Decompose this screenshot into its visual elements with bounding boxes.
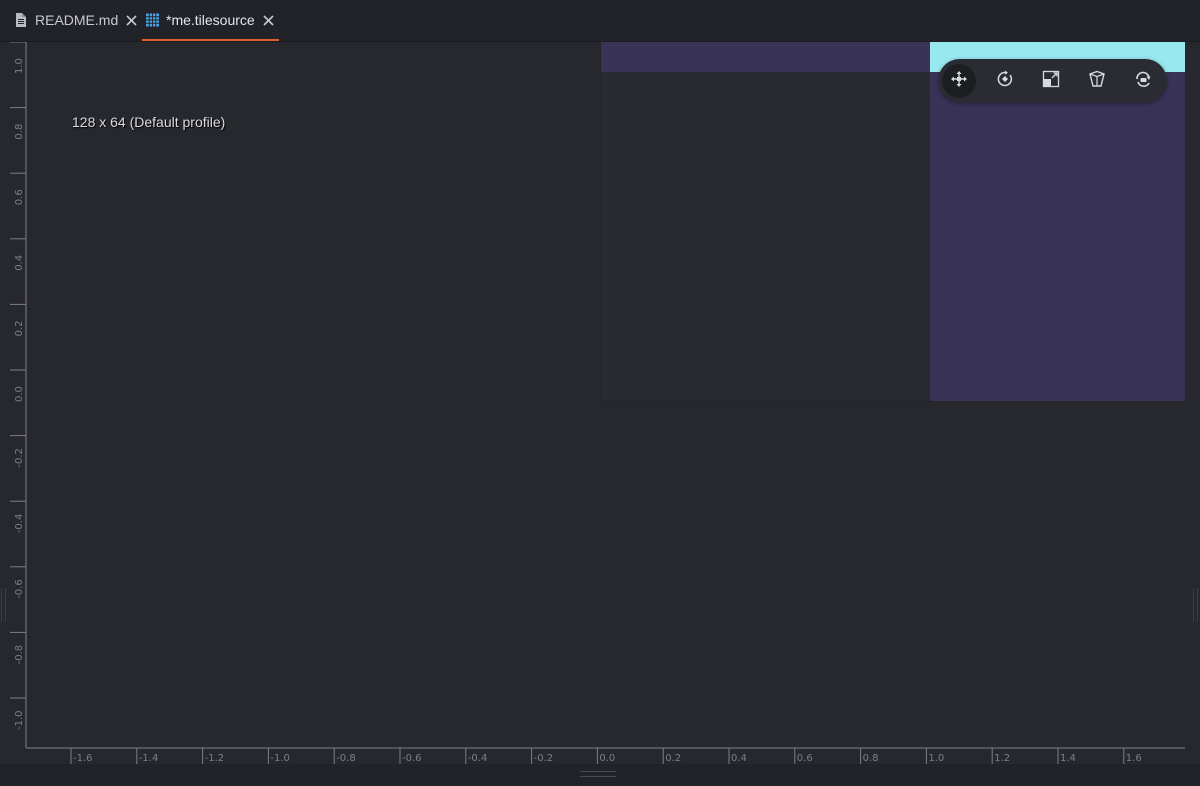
y-axis-tick-label: -1.0 bbox=[14, 710, 25, 730]
x-axis-tick-label: 1.2 bbox=[994, 753, 1010, 764]
editor-tab-bar: README.md *me.tilesource bbox=[0, 0, 1200, 42]
x-axis-tick-label: -0.2 bbox=[534, 753, 554, 764]
tab-tilesource-label: *me.tilesource bbox=[166, 12, 255, 28]
tilesource-grid-icon bbox=[146, 13, 159, 27]
y-axis-tick-label: 0.8 bbox=[14, 124, 25, 140]
transform-toolbar bbox=[938, 59, 1167, 103]
y-axis-tick-label: 0.0 bbox=[14, 386, 25, 402]
y-axis-tick-label: -0.8 bbox=[14, 645, 25, 665]
panel-resize-handle[interactable] bbox=[580, 771, 616, 777]
x-axis-tick-label: 0.6 bbox=[797, 753, 813, 764]
x-axis-tick-label: -1.4 bbox=[139, 753, 159, 764]
x-axis-tick-label: 0.2 bbox=[665, 753, 681, 764]
x-axis-tick-label: 1.0 bbox=[928, 753, 944, 764]
left-panel-grip[interactable] bbox=[1, 588, 6, 622]
perspective-tool-button[interactable] bbox=[1080, 64, 1114, 98]
right-panel-grip[interactable] bbox=[1193, 588, 1198, 622]
camera-tool-button[interactable] bbox=[1126, 64, 1160, 98]
y-axis-tick-label: 0.6 bbox=[14, 189, 25, 205]
x-axis-tick-label: -0.6 bbox=[402, 753, 422, 764]
perspective-icon bbox=[1088, 70, 1106, 93]
tab-tilesource[interactable]: *me.tilesource bbox=[146, 0, 274, 40]
x-axis-tick-label: 0.4 bbox=[731, 753, 747, 764]
tile-purple-strip bbox=[601, 42, 930, 72]
x-axis-tick-label: 1.6 bbox=[1126, 753, 1142, 764]
close-icon[interactable] bbox=[126, 14, 137, 26]
x-axis-tick-label: -1.6 bbox=[73, 753, 93, 764]
camera-rotate-icon bbox=[1134, 70, 1152, 93]
y-axis-tick-label: 0.4 bbox=[14, 255, 25, 271]
x-axis-tick-label: 1.4 bbox=[1060, 753, 1076, 764]
x-axis-tick-label: -0.4 bbox=[468, 753, 488, 764]
document-icon bbox=[15, 13, 28, 27]
y-axis-tick-label: 1.0 bbox=[14, 58, 25, 74]
x-axis-tick-label: 0.0 bbox=[599, 753, 615, 764]
move-icon bbox=[950, 70, 968, 93]
tab-readme[interactable]: README.md bbox=[15, 0, 137, 40]
rotate-tool-button[interactable] bbox=[988, 64, 1022, 98]
x-axis-tick-label: -0.8 bbox=[336, 753, 356, 764]
x-axis-tick-label: -1.0 bbox=[270, 753, 290, 764]
scale-tool-button[interactable] bbox=[1034, 64, 1068, 98]
scene-canvas[interactable]: -1.6 -1.4 -1.2 -1.0 -0.8 -0.6 -0.4 -0.2 0.0 0.2 0.… bbox=[10, 42, 1185, 764]
y-axis-tick-label: -0.2 bbox=[14, 448, 25, 468]
x-axis-tick-label: -1.2 bbox=[205, 753, 225, 764]
scale-icon bbox=[1042, 70, 1060, 93]
y-axis-tick-label: -0.4 bbox=[14, 514, 25, 534]
move-tool-button[interactable] bbox=[942, 64, 976, 98]
y-axis-tick-label: 0.2 bbox=[14, 320, 25, 336]
tab-readme-label: README.md bbox=[35, 12, 119, 28]
profile-label: 128 x 64 (Default profile) bbox=[72, 114, 226, 130]
active-tab-indicator bbox=[142, 39, 279, 41]
rotate-icon bbox=[996, 70, 1014, 93]
y-axis-tick-label: -0.6 bbox=[14, 579, 25, 599]
x-axis-tick-label: 0.8 bbox=[863, 753, 879, 764]
scene-viewport[interactable]: -1.6 -1.4 -1.2 -1.0 -0.8 -0.6 -0.4 -0.2 0.0 0.2 0.… bbox=[10, 42, 1185, 764]
close-icon[interactable] bbox=[263, 14, 274, 26]
